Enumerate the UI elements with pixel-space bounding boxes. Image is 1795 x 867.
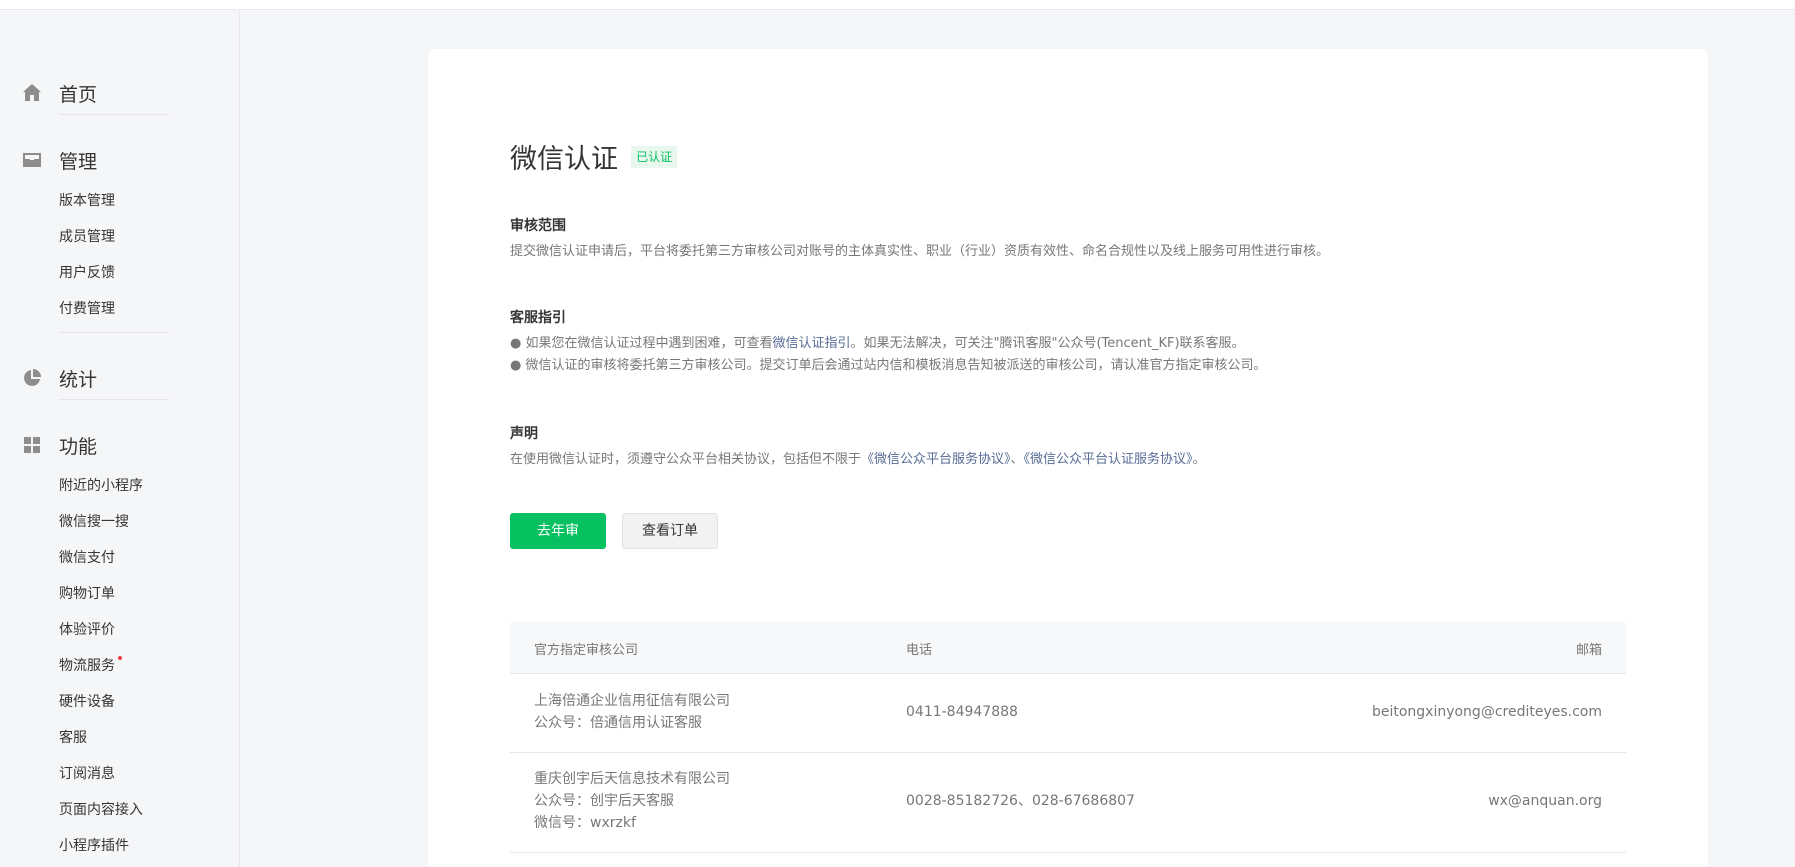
annual-review-button[interactable]: 去年审 [510, 513, 606, 549]
sidebar-item-features-label: 功能 [59, 436, 98, 458]
sidebar-item-stats[interactable]: 统计 [0, 357, 240, 397]
sidebar-item-feedback[interactable]: 用户反馈 [59, 262, 115, 282]
company-name: 上海倍通企业信用征信有限公司 [534, 693, 730, 709]
sidebar-item-nearby[interactable]: 附近的小程序 [59, 475, 143, 495]
view-orders-button[interactable]: 查看订单 [622, 513, 718, 549]
sidebar-item-subscribe[interactable]: 订阅消息 [59, 763, 115, 783]
statement-sep: 、 [1010, 452, 1024, 467]
th-phone: 电话 [906, 643, 933, 658]
sidebar-item-pay[interactable]: 微信支付 [59, 547, 115, 567]
scope-title: 审核范围 [510, 218, 566, 234]
service-line-1: ● 如果您在微信认证过程中遇到困难，可查看微信认证指引。如果无法解决，可关注"腾… [510, 333, 1245, 355]
top-bar [0, 0, 1795, 10]
sidebar: 首页 管理 版本管理 成员管理 用户反馈 付费管理 统计 功能 附近的小程序 微… [0, 10, 240, 867]
company-account: 公众号：倍通信用认证客服 [534, 715, 702, 731]
service-line-2: ● 微信认证的审核将委托第三方审核公司。提交订单后会通过站内信和模板消息告知被派… [510, 358, 1267, 373]
sidebar-item-manage[interactable]: 管理 [0, 139, 240, 179]
divider [59, 399, 169, 400]
sidebar-item-customer-service[interactable]: 客服 [59, 727, 87, 747]
sidebar-item-logistics-label: 物流服务 [59, 658, 115, 674]
table-header: 官方指定审核公司 电话 邮箱 [510, 622, 1626, 674]
sidebar-item-content[interactable]: 页面内容接入 [59, 799, 143, 819]
title-row: 微信认证 已认证 [510, 137, 678, 175]
sidebar-item-home[interactable]: 首页 [0, 72, 240, 112]
page-title: 微信认证 [510, 144, 618, 175]
sidebar-item-hardware[interactable]: 硬件设备 [59, 691, 115, 711]
sidebar-item-stats-label: 统计 [59, 369, 98, 391]
sidebar-item-plugins[interactable]: 小程序插件 [59, 835, 129, 855]
sidebar-item-version[interactable]: 版本管理 [59, 190, 115, 210]
th-company: 官方指定审核公司 [534, 643, 639, 658]
divider [59, 332, 169, 333]
divider [59, 114, 169, 115]
service-title: 客服指引 [510, 310, 566, 326]
table-row: 重庆创宇后天信息技术有限公司 公众号：创宇后天客服 微信号：wxrzkf 002… [510, 753, 1626, 853]
platform-agreement-link[interactable]: 《微信公众平台服务协议》 [861, 452, 1011, 467]
th-email: 邮箱 [1575, 643, 1602, 658]
sidebar-item-features[interactable]: 功能 [0, 424, 240, 464]
inbox-icon [21, 149, 43, 171]
statement-prefix: 在使用微信认证时，须遵守公众平台相关协议，包括但不限于 [510, 452, 862, 467]
table-row: 上海倍通企业信用征信有限公司 公众号：倍通信用认证客服 0411-8494788… [510, 674, 1626, 753]
service-line-1-prefix: ● 如果您在微信认证过程中遇到困难，可查看 [510, 336, 773, 351]
statement-suffix: 。 [1192, 452, 1206, 467]
status-badge: 已认证 [631, 145, 678, 168]
service-line-1-suffix: 。如果无法解决，可关注"腾讯客服"公众号(Tencent_KF)联系客服。 [850, 336, 1245, 351]
certification-guide-link[interactable]: 微信认证指引 [772, 336, 850, 351]
sidebar-item-billing[interactable]: 付费管理 [59, 298, 115, 318]
company-email: wx@anquan.org [1488, 793, 1602, 809]
sidebar-item-manage-label: 管理 [59, 151, 98, 173]
company-email: beitongxinyong@crediteyes.com [1371, 704, 1602, 720]
company-phone: 0028-85182726、028-67686807 [906, 793, 1135, 809]
company-phone: 0411-84947888 [906, 704, 1018, 720]
grid-icon [21, 434, 43, 456]
home-icon [21, 82, 43, 104]
notification-dot [118, 656, 122, 660]
scope-text: 提交微信认证申请后，平台将委托第三方审核公司对账号的主体真实性、职业（行业）资质… [510, 244, 1330, 259]
sidebar-item-orders[interactable]: 购物订单 [59, 583, 115, 603]
sidebar-item-logistics[interactable]: 物流服务 [59, 655, 122, 675]
pie-chart-icon [21, 367, 43, 389]
certification-agreement-link[interactable]: 《微信公众平台认证服务协议》 [1024, 452, 1193, 467]
company-name: 重庆创宇后天信息技术有限公司 [534, 771, 730, 787]
main-card: 微信认证 已认证 审核范围 提交微信认证申请后，平台将委托第三方审核公司对账号的… [428, 49, 1708, 867]
company-wechat: 微信号：wxrzkf [534, 815, 636, 831]
statement-text: 在使用微信认证时，须遵守公众平台相关协议，包括但不限于《微信公众平台服务协议》、… [510, 449, 1206, 471]
company-account: 公众号：创宇后天客服 [534, 793, 674, 809]
sidebar-item-search[interactable]: 微信搜一搜 [59, 511, 129, 531]
sidebar-item-review[interactable]: 体验评价 [59, 619, 115, 639]
sidebar-item-home-label: 首页 [59, 84, 98, 106]
statement-title: 声明 [510, 426, 538, 442]
sidebar-item-members[interactable]: 成员管理 [59, 226, 115, 246]
